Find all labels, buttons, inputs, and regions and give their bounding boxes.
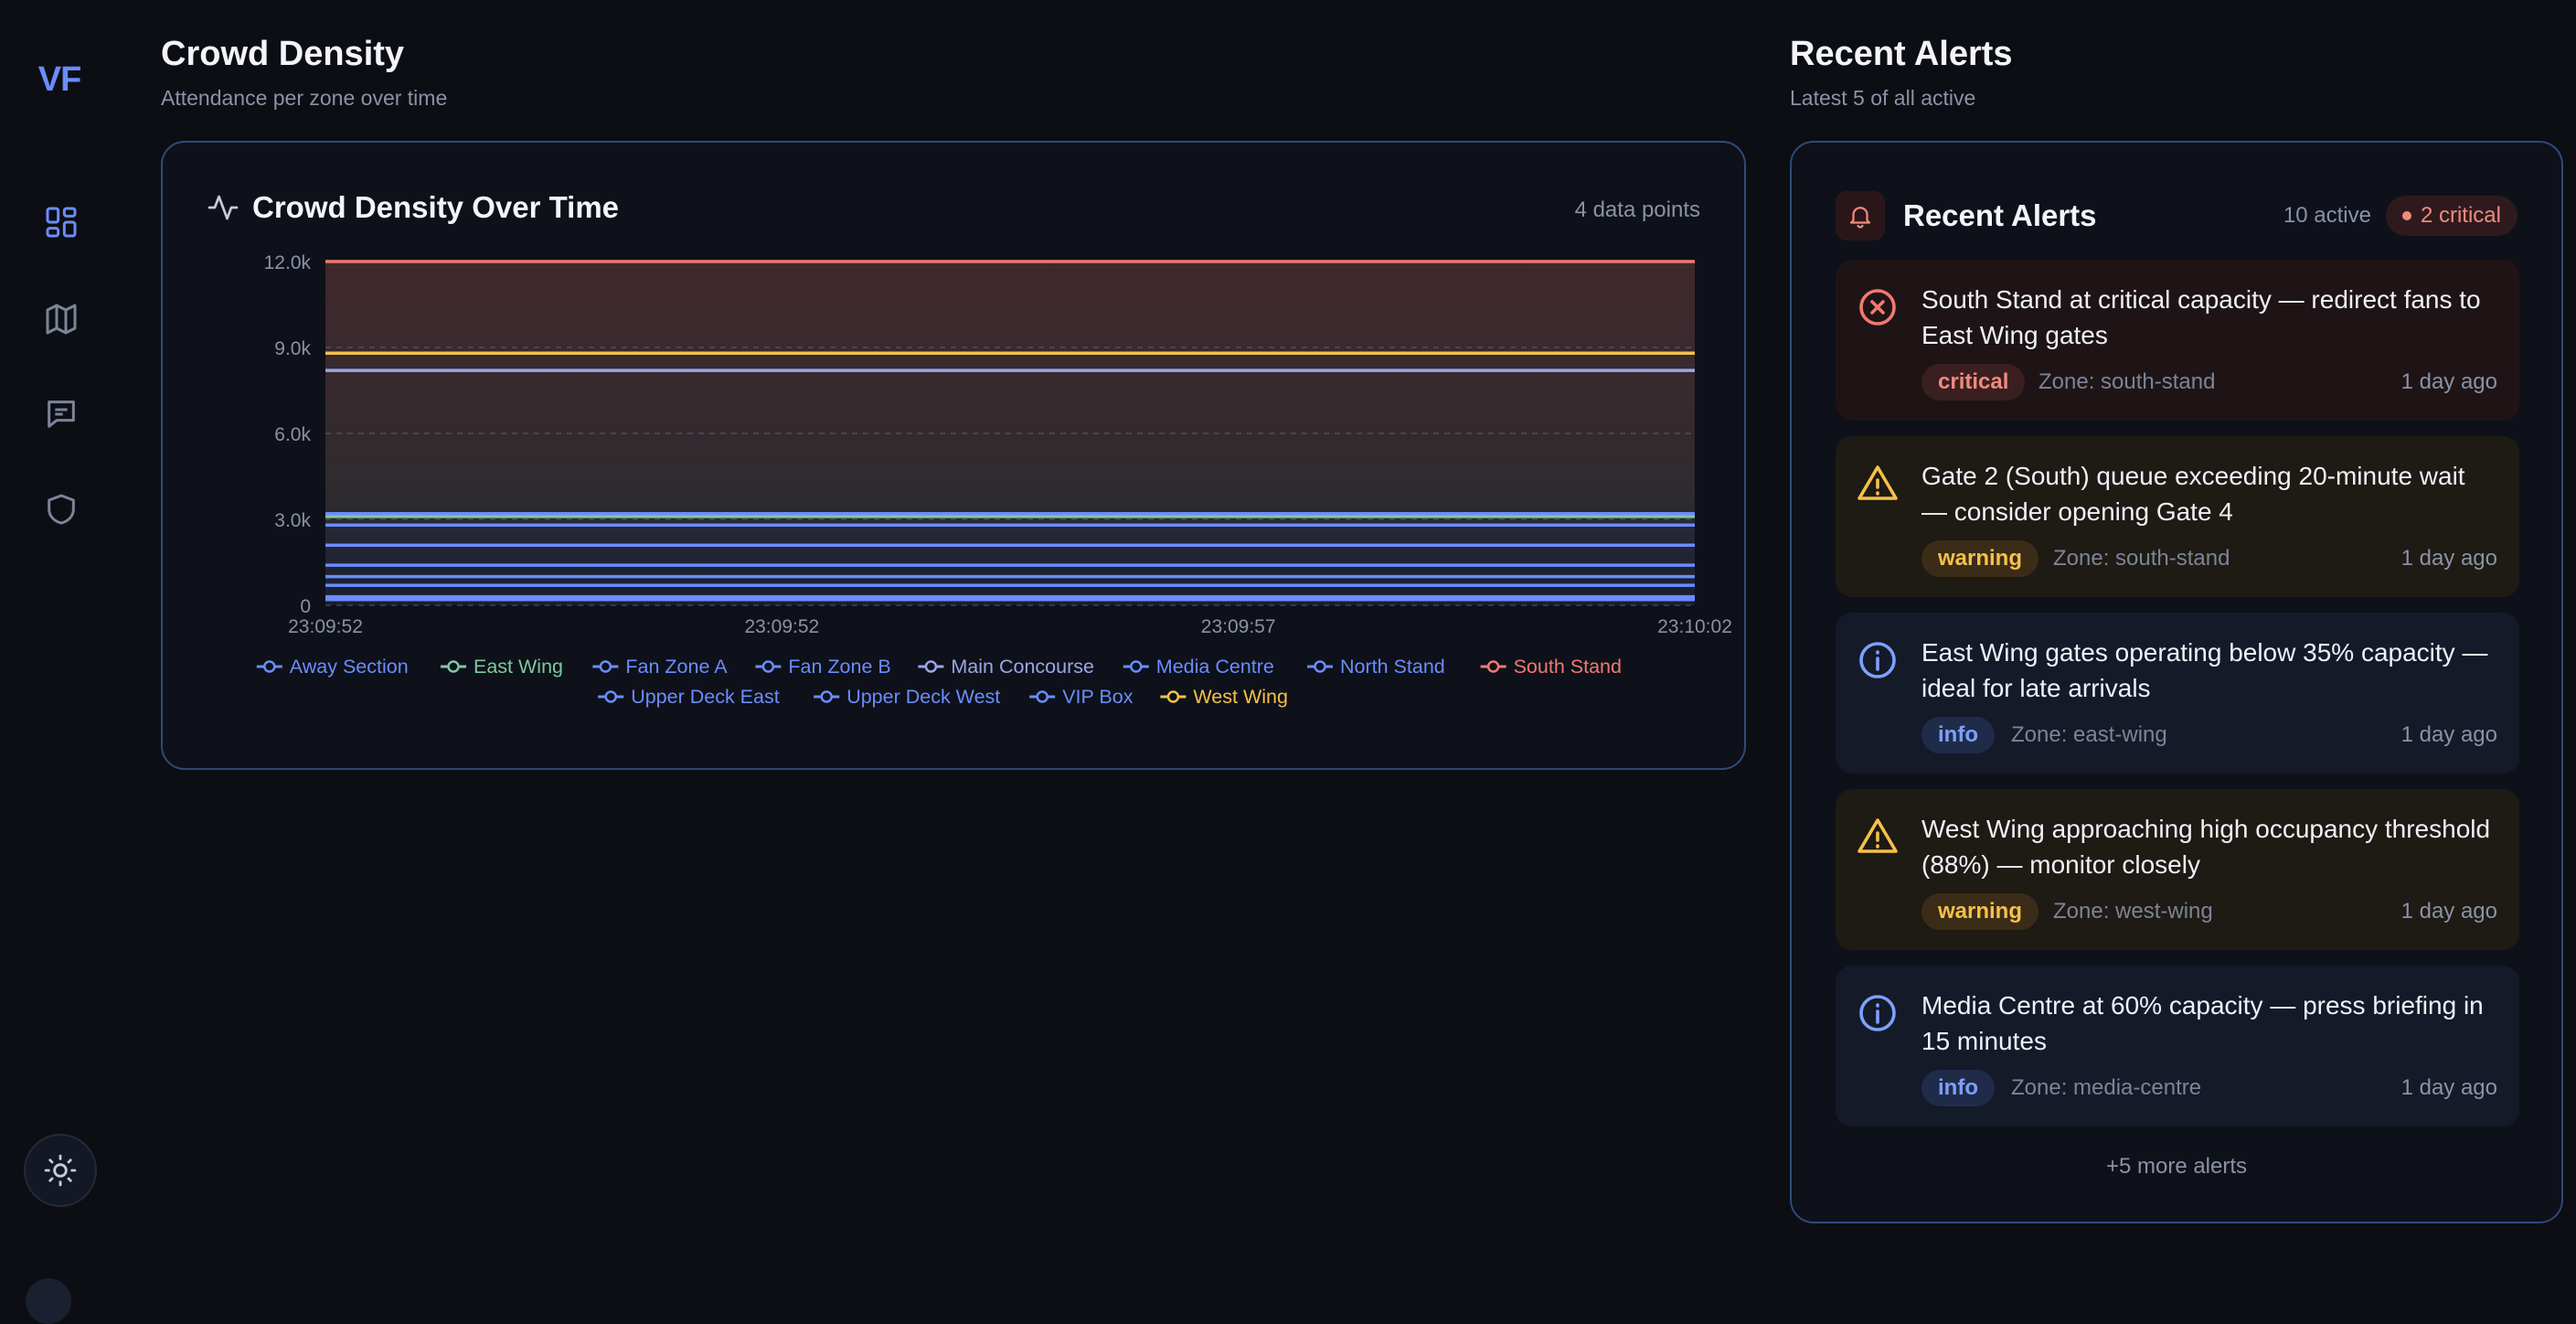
alert-item[interactable]: Gate 2 (South) queue exceeding 20-minute…	[1836, 436, 2519, 597]
alert-zone: Zone: media-centre	[2011, 1075, 2202, 1100]
legend-marker-dot	[1036, 690, 1048, 703]
shield-icon	[48, 494, 75, 525]
sidebar-item-map[interactable]	[29, 287, 93, 351]
chat-icon	[48, 400, 75, 428]
warning-triangle-icon	[1857, 818, 1898, 853]
legend-label: VIP Box	[1062, 686, 1134, 708]
map-icon	[46, 304, 77, 335]
bell-icon-box	[1836, 191, 1885, 240]
sidebar-item-chat[interactable]	[29, 382, 93, 446]
alert-message: Gate 2 (South) queue exceeding 20-minute…	[1921, 462, 2465, 526]
crowd-density-card: Crowd Density Over Time 4 data points 03…	[161, 141, 1746, 770]
severity-badge: info	[1921, 1070, 1995, 1106]
x-tick-label: 23:10:02	[1657, 616, 1732, 637]
alert-item[interactable]: East Wing gates operating below 35% capa…	[1836, 613, 2519, 774]
alerts-section-title: Recent Alerts	[1790, 35, 2013, 73]
legend-label: East Wing	[474, 656, 563, 678]
legend-label: West Wing	[1193, 686, 1288, 708]
legend-label: Upper Deck West	[846, 686, 1000, 708]
severity-badge: info	[1921, 717, 1995, 753]
legend-label: Main Concourse	[951, 656, 1094, 678]
alerts-card-title: Recent Alerts	[1903, 198, 2097, 232]
legend-marker-dot	[447, 660, 460, 673]
legend-label: Fan Zone B	[788, 656, 890, 678]
alert-time: 1 day ago	[2400, 369, 2497, 394]
legend-marker-dot	[1486, 660, 1500, 673]
critical-count-label: 2 critical	[2420, 203, 2501, 228]
sidebar-item-security[interactable]	[29, 477, 93, 541]
legend-marker-dot	[820, 690, 833, 703]
y-tick-label: 9.0k	[274, 338, 311, 359]
x-tick-label: 23:09:52	[288, 616, 363, 637]
user-avatar[interactable]	[26, 1278, 71, 1324]
critical-count-badge: 2 critical	[2385, 196, 2517, 236]
theme-toggle-button[interactable]	[24, 1134, 97, 1207]
x-tick-label: 23:09:52	[744, 616, 819, 637]
alert-time: 1 day ago	[2400, 1075, 2497, 1100]
info-circle-icon	[1859, 995, 1896, 1031]
alert-message: South Stand at critical capacity — redir…	[1921, 285, 2481, 349]
legend-label: South Stand	[1514, 656, 1622, 678]
severity-badge: warning	[1921, 540, 2039, 577]
y-tick-label: 0	[300, 596, 311, 617]
alert-zone: Zone: west-wing	[2053, 899, 2213, 924]
legend-label: Upper Deck East	[631, 686, 780, 708]
x-tick-label: 23:09:57	[1201, 616, 1276, 637]
alert-message: East Wing gates operating below 35% capa…	[1921, 638, 2488, 702]
legend-label: Media Centre	[1156, 656, 1274, 678]
y-tick-label: 3.0k	[274, 510, 311, 531]
crowd-density-title: Crowd Density	[161, 35, 405, 73]
alert-time: 1 day ago	[2400, 546, 2497, 571]
y-tick-label: 6.0k	[274, 424, 311, 445]
warning-triangle-icon	[1857, 465, 1898, 500]
legend-marker-dot	[263, 660, 276, 673]
legend-marker-dot	[1130, 660, 1143, 673]
sun-icon	[44, 1154, 77, 1187]
alert-zone: Zone: south-stand	[2053, 546, 2230, 571]
alert-time: 1 day ago	[2400, 899, 2497, 924]
crowd-density-subtitle: Attendance per zone over time	[161, 86, 448, 110]
alert-message: Media Centre at 60% capacity — press bri…	[1921, 991, 2484, 1055]
app-logo[interactable]: VF	[27, 60, 91, 100]
alert-zone: Zone: east-wing	[2011, 722, 2167, 747]
alert-item[interactable]: Media Centre at 60% capacity — press bri…	[1836, 966, 2519, 1126]
severity-badge: critical	[1921, 364, 2026, 400]
legend-marker-dot	[604, 690, 617, 703]
alert-time: 1 day ago	[2400, 722, 2497, 747]
sidebar: VF	[0, 0, 121, 1324]
crowd-density-chart: 0 3.0k 6.0k 9.0k 12.0k 23:09:52 23:09:52 23:09:…	[256, 252, 1732, 708]
chart-area-fill	[325, 262, 1695, 605]
alert-message: West Wing approaching high occupancy thr…	[1921, 815, 2491, 879]
alerts-section-subtitle: Latest 5 of all active	[1790, 86, 1976, 110]
x-circle-icon	[1859, 289, 1896, 326]
sidebar-item-dashboard[interactable]	[29, 190, 93, 254]
legend-label: North Stand	[1340, 656, 1445, 678]
severity-badge: warning	[1921, 893, 2039, 930]
alerts-card-header: Recent Alerts 10 active 2 critical	[1836, 188, 2517, 243]
legend-marker-dot	[761, 660, 775, 673]
legend-marker-dot	[1166, 690, 1180, 703]
legend-marker-dot	[1314, 660, 1326, 673]
alert-zone: Zone: south-stand	[2038, 369, 2216, 394]
info-circle-icon	[1859, 642, 1896, 678]
critical-dot	[2401, 211, 2411, 220]
legend-label: Fan Zone A	[625, 656, 728, 678]
dashboard-icon	[46, 207, 77, 238]
alert-item[interactable]: West Wing approaching high occupancy thr…	[1836, 789, 2519, 950]
y-tick-label: 12.0k	[264, 252, 312, 273]
legend-marker-dot	[599, 660, 612, 673]
bell-icon	[1849, 207, 1871, 229]
alert-item[interactable]: South Stand at critical capacity — redir…	[1836, 260, 2519, 421]
legend-label: Away Section	[290, 656, 409, 678]
recent-alerts-card: Recent Alerts 10 active 2 critical South…	[1790, 141, 2563, 1223]
legend-marker-dot	[924, 660, 938, 673]
active-count: 10 active	[2283, 203, 2371, 228]
more-alerts-link[interactable]: +5 more alerts	[1792, 1154, 2561, 1180]
